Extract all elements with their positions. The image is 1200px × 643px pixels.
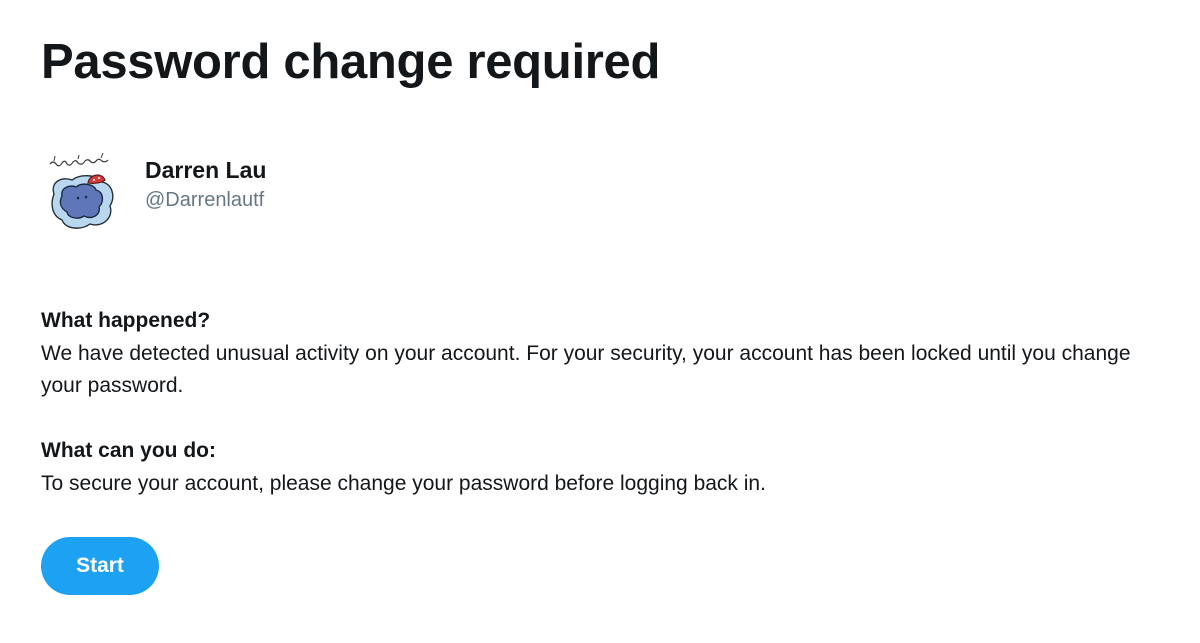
what-happened-text: We have detected unusual activity on you…	[41, 342, 1131, 397]
what-happened-heading: What happened?	[41, 309, 211, 332]
account-handle: @Darrenlautf	[145, 189, 265, 211]
avatar	[49, 152, 114, 229]
start-button[interactable]: Start	[41, 537, 159, 595]
what-can-you-do-heading: What can you do:	[41, 439, 216, 462]
account-card: Darren Lau @Darrenlautf	[44, 150, 266, 240]
page-title: Password change required	[41, 35, 661, 89]
what-can-you-do-section: What can you do: To secure your account,…	[41, 436, 1151, 500]
account-names: Darren Lau @Darrenlautf	[145, 155, 266, 214]
what-happened-section: What happened? We have detected unusual …	[41, 306, 1151, 402]
password-change-page: Password change required Darren Lau @Dar…	[0, 0, 1200, 643]
display-name: Darren Lau	[145, 157, 267, 183]
what-can-you-do-text: To secure your account, please change yo…	[41, 472, 766, 495]
